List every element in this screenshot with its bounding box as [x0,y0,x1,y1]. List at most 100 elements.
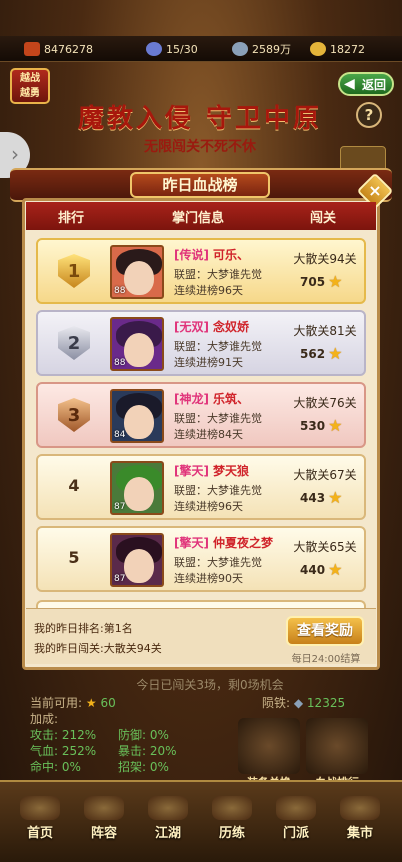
alliance-text: 联盟：大梦谁先觉 [174,340,262,353]
modal-title: 昨日血战榜 [130,172,270,198]
bronze-medal-icon: 3 [58,398,90,432]
avatar[interactable]: 87 [110,461,164,515]
chevron-right-icon: › [11,142,19,166]
lineup-icon [84,796,124,820]
star-icon: ★ [328,416,343,435]
defense-stat: 防御: 0% [118,728,169,742]
crit-stat: 暴击: 20% [118,744,177,758]
home-icon [20,796,60,820]
leaderboard-header: 排行 掌门信息 闯关 [26,202,376,230]
event-subtitle: 无限闯关不死不休 [144,139,256,155]
stars-value: 443 [300,490,326,505]
avatar[interactable]: 88 [110,317,164,371]
training-icon [212,796,252,820]
event-badge-line2: 越勇 [20,88,40,99]
rank-number: 4 [68,476,80,495]
leaderboard-row[interactable]: 2 88 [无双] 念奴娇 联盟：大梦谁先觉 连续进榜91天 大散关81关 562… [36,310,366,376]
player-title: [无双] 念奴娇 [174,318,249,335]
stars-count: 443 ★ [300,488,342,507]
stage-text: 大散关76关 [293,396,357,410]
star-icon: ★ [85,696,101,710]
nav-training-label: 历练 [218,826,245,841]
stage-text: 大散关81关 [293,324,357,338]
available-row: 当前可用: ★ 60 [30,694,116,711]
nav-lineup-label: 阵容 [90,826,117,841]
nav-home[interactable]: 首页 [12,796,68,841]
my-rank-text: 我的昨日排名:第1名 [34,622,133,635]
avatar[interactable]: 87 [110,533,164,587]
sect-icon [276,796,316,820]
stage-text: 大散关67关 [293,468,357,482]
available-value: 60 [100,696,116,710]
avatar-level: 87 [114,574,126,584]
alliance-text: 联盟：大梦谁先觉 [174,556,262,569]
stamina-icon [146,42,162,56]
rank-number: 5 [68,548,80,567]
stamina-value: 15/30 [166,42,198,56]
stars-count: 562 ★ [300,344,342,363]
silver-icon [232,42,248,56]
player-name: 可乐、 [212,248,249,262]
player-title: [擎天] 仲夏夜之梦 [174,534,273,551]
power-icon [24,42,40,56]
meteor-label: 陨铁: [262,696,291,710]
avatar[interactable]: 84 [110,389,164,443]
avatar-level: 84 [114,430,126,440]
event-badge[interactable]: 越战 越勇 [10,68,50,104]
stamina-display: 15/30 [146,40,198,58]
header-stage: 闯关 [310,210,337,226]
gold-medal-icon: 1 [58,254,90,288]
power-value: 8476278 [44,42,93,56]
nav-market-label: 集市 [346,826,373,841]
stars-count: 440 ★ [300,560,342,579]
avatar-face [124,261,154,295]
dodge-stat: 招架: 0% [118,760,169,774]
gold-value: 18272 [330,42,365,56]
event-title: 魔教入侵 守卫中原 [77,104,323,134]
player-name: 仲夏夜之梦 [212,536,273,550]
stars-value: 562 [300,346,326,361]
player-title: [神龙] 乐筑、 [174,390,249,407]
gold-ingot-icon [310,42,326,56]
back-label: 返回 [361,77,386,92]
star-icon: ★ [328,272,343,291]
hp-stat: 气血: 252% [30,744,97,758]
meteor-row: 陨铁: ◆ 12325 [262,694,345,711]
avatar[interactable]: 88 [110,245,164,299]
close-icon: × [368,181,382,200]
nav-jianghu[interactable]: 江湖 [140,796,196,841]
header-rank: 排行 [58,210,85,226]
equip-exchange-button[interactable]: 装备兑换 [238,718,300,789]
stage-text: 大散关94关 [293,252,357,266]
gold-display: 18272 [310,40,365,58]
header-info: 掌门信息 [172,210,225,226]
nav-jianghu-label: 江湖 [154,826,181,841]
nav-lineup[interactable]: 阵容 [76,796,132,841]
today-note: 今日已闯关3场，剩0场机会 [136,678,284,692]
help-button[interactable]: ? [356,102,382,128]
nav-training[interactable]: 历练 [204,796,260,841]
leaderboard-row[interactable]: 5 87 [擎天] 仲夏夜之梦 联盟：大梦谁先觉 连续进榜90天 大散关65关 4… [36,526,366,592]
nav-home-label: 首页 [26,826,53,841]
star-icon: ★ [328,488,343,507]
stars-value: 705 [300,274,326,289]
stars-count: 705 ★ [300,272,342,291]
avatar-face [124,405,154,439]
meteor-icon: ◆ [293,696,307,710]
leaderboard-row[interactable]: 3 84 [神龙] 乐筑、 联盟：大梦谁先觉 连续进榜84天 大散关76关 530… [36,382,366,448]
nav-sect-label: 门派 [282,826,309,841]
avatar-level: 87 [114,502,126,512]
avatar-face [124,549,154,583]
view-reward-button[interactable]: 查看奖励 [286,616,364,646]
streak-text: 连续进榜96天 [174,284,243,297]
leaderboard-row[interactable]: 4 87 [擎天] 梦天狼 联盟：大梦谁先觉 连续进榜96天 大散关67关 443… [36,454,366,520]
stage-text: 大散关65关 [293,540,357,554]
leaderboard-row[interactable]: 1 88 [传说] 可乐、 联盟：大梦谁先觉 连续进榜96天 大散关94关 705… [36,238,366,304]
bonus-label: 加成: [30,712,59,726]
nav-market[interactable]: 集市 [332,796,388,841]
back-button[interactable]: ◀ 返回 [338,72,394,96]
nav-sect[interactable]: 门派 [268,796,324,841]
attack-stat: 攻击: 212% [30,728,97,742]
blood-rank-button[interactable]: 血战排行 [306,718,368,789]
player-name: 梦天狼 [212,464,249,478]
